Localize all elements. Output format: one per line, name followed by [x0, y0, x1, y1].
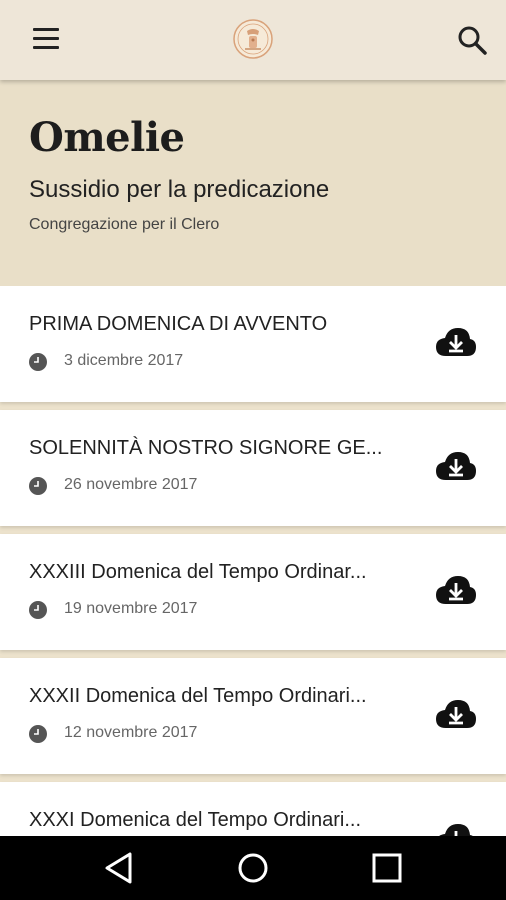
menu-button[interactable] [24, 22, 68, 58]
list-item[interactable]: XXXI Domenica del Tempo Ordinari... [0, 782, 506, 836]
cloud-download-icon[interactable] [434, 450, 478, 484]
back-triangle-icon[interactable] [98, 848, 142, 888]
item-date: 12 novembre 2017 [64, 724, 198, 741]
hamburger-menu-icon [33, 28, 59, 31]
cloud-download-icon[interactable] [434, 326, 478, 360]
page-author: Congregazione per il Clero [29, 216, 220, 233]
item-title: XXXIII Domenica del Tempo Ordinar... [29, 561, 367, 583]
cloud-download-icon[interactable] [434, 574, 478, 608]
list-item[interactable]: XXXIII Domenica del Tempo Ordinar... 19 … [0, 534, 506, 650]
page-title: Omelie [29, 114, 185, 161]
item-title: XXXII Domenica del Tempo Ordinari... [29, 685, 367, 707]
app-bar [0, 0, 506, 80]
item-date: 26 novembre 2017 [64, 476, 198, 493]
item-date: 19 novembre 2017 [64, 600, 198, 617]
recents-square-icon[interactable] [365, 848, 409, 888]
homily-list: PRIMA DOMENICA DI AVVENTO 3 dicembre 201… [0, 286, 506, 836]
list-item[interactable]: PRIMA DOMENICA DI AVVENTO 3 dicembre 201… [0, 286, 506, 402]
list-item[interactable]: XXXII Domenica del Tempo Ordinari... 12 … [0, 658, 506, 774]
page-subtitle: Sussidio per la predicazione [29, 176, 330, 203]
hamburger-menu-icon-bar [33, 37, 59, 40]
search-icon[interactable] [452, 20, 492, 60]
item-title: SOLENNITÀ NOSTRO SIGNORE GE... [29, 437, 383, 459]
item-title: PRIMA DOMENICA DI AVVENTO [29, 313, 328, 335]
home-circle-icon[interactable] [231, 848, 275, 888]
clock-icon [29, 477, 47, 495]
page-header: Omelie Sussidio per la predicazione Cong… [0, 80, 506, 286]
seal-logo [233, 19, 273, 59]
item-date: 3 dicembre 2017 [64, 352, 184, 369]
clock-icon [29, 601, 47, 619]
clock-icon [29, 353, 47, 371]
hamburger-menu-icon-bar [33, 46, 59, 49]
cloud-download-icon[interactable] [434, 698, 478, 732]
item-title: XXXI Domenica del Tempo Ordinari... [29, 809, 362, 831]
system-nav-bar [0, 836, 506, 900]
list-item[interactable]: SOLENNITÀ NOSTRO SIGNORE GE... 26 novemb… [0, 410, 506, 526]
clock-icon [29, 725, 47, 743]
cloud-download-icon[interactable] [434, 822, 478, 836]
